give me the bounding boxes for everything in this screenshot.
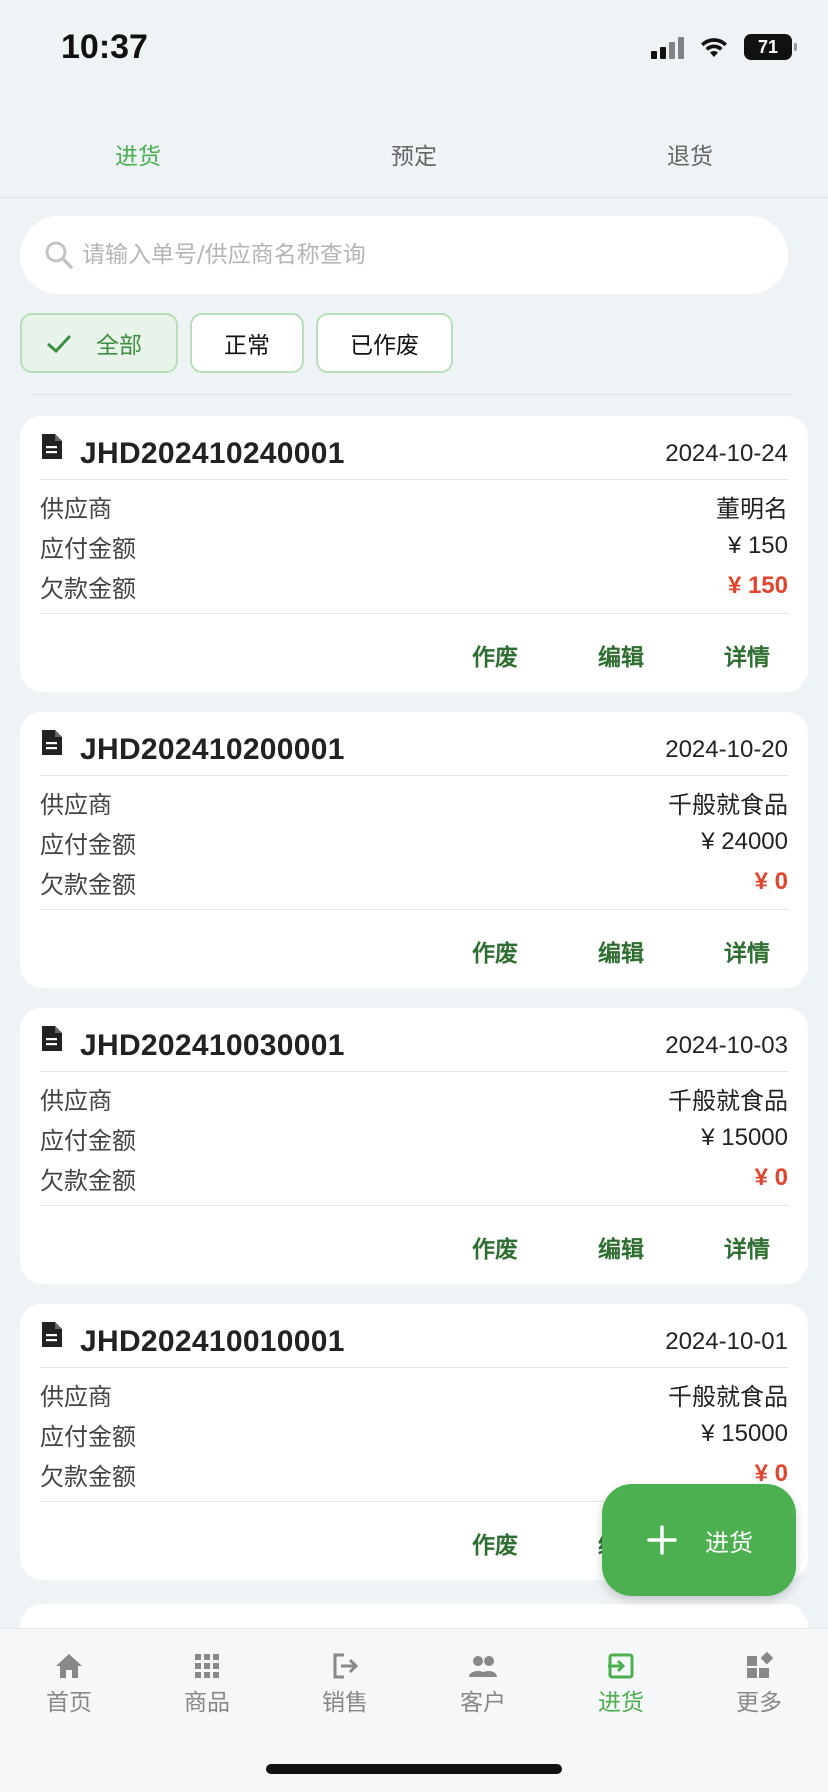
supplier-label: 供应商	[40, 1382, 112, 1411]
debt-label: 欠款金额	[40, 574, 136, 603]
order-date: 2024-10-24	[665, 439, 788, 467]
document-icon	[42, 1321, 62, 1347]
filter-voided-chip[interactable]: 已作废	[316, 313, 453, 373]
payable-label: 应付金额	[40, 1126, 136, 1155]
nav-home[interactable]: 首页	[0, 1629, 138, 1729]
supplier-value: 千般就食品	[668, 1383, 788, 1411]
supplier-value: 千般就食品	[668, 1087, 788, 1115]
payable-label: 应付金额	[40, 1422, 136, 1451]
edit-button[interactable]: 编辑	[598, 638, 644, 672]
tab-return[interactable]: 退货	[552, 110, 828, 197]
status-time: 10:37	[61, 28, 148, 66]
order-date: 2024-10-03	[665, 1031, 788, 1059]
wifi-icon	[701, 38, 727, 57]
detail-button[interactable]: 详情	[724, 934, 770, 968]
order-card[interactable]: JHD202410200001 2024-10-20 供应商 千般就食品 应付金额…	[20, 712, 808, 988]
nav-products[interactable]: 商品	[138, 1629, 276, 1729]
export-icon	[333, 1653, 359, 1679]
search-input[interactable]	[82, 242, 742, 268]
status-filter-group: 全部 正常 已作废	[20, 313, 453, 373]
people-icon	[469, 1656, 497, 1677]
order-number: JHD202410200001	[80, 732, 345, 766]
supplier-label: 供应商	[40, 494, 112, 523]
payable-label: 应付金额	[40, 830, 136, 859]
filter-all-chip[interactable]: 全部	[20, 313, 178, 373]
check-icon	[47, 334, 72, 354]
void-button[interactable]: 作废	[472, 1526, 518, 1560]
filter-normal-chip[interactable]: 正常	[190, 313, 304, 373]
nav-sales[interactable]: 销售	[276, 1629, 414, 1729]
document-icon	[42, 1025, 62, 1051]
supplier-value: 千般就食品	[668, 791, 788, 819]
payable-label: 应付金额	[40, 534, 136, 563]
divider	[30, 394, 792, 395]
detail-button[interactable]: 详情	[724, 1230, 770, 1264]
payable-value: ¥ 15000	[701, 1124, 788, 1151]
tab-purchase[interactable]: 进货	[0, 110, 276, 197]
void-button[interactable]: 作废	[472, 1230, 518, 1264]
nav-more-label: 更多	[736, 1690, 782, 1716]
nav-customers[interactable]: 客户	[414, 1629, 552, 1729]
search-bar[interactable]	[20, 216, 788, 294]
nav-sales-label: 销售	[322, 1690, 368, 1716]
filter-all-label: 全部	[96, 333, 142, 359]
nav-purchase-label: 进货	[598, 1690, 644, 1716]
detail-button[interactable]: 详情	[724, 638, 770, 672]
status-bar: 10:37 71	[0, 0, 828, 100]
nav-products-label: 商品	[184, 1690, 230, 1716]
payable-value: ¥ 24000	[701, 828, 788, 855]
nav-customers-label: 客户	[460, 1690, 506, 1716]
order-date: 2024-10-01	[665, 1327, 788, 1355]
debt-value: ¥ 150	[727, 572, 788, 599]
more-widgets-icon	[747, 1651, 774, 1678]
fab-label: 进货	[705, 1528, 753, 1557]
order-number: JHD202410240001	[80, 436, 345, 470]
nav-home-label: 首页	[46, 1690, 92, 1716]
document-icon	[42, 433, 62, 459]
order-card[interactable]: JHD202410030001 2024-10-03 供应商 千般就食品 应付金额…	[20, 1008, 808, 1284]
import-icon	[608, 1653, 634, 1679]
order-card[interactable]: JHD202410240001 2024-10-24 供应商 董明名 应付金额 ¥ …	[20, 416, 808, 692]
debt-label: 欠款金额	[40, 1166, 136, 1195]
order-number: JHD202410030001	[80, 1028, 345, 1062]
nav-purchase[interactable]: 进货	[552, 1629, 690, 1729]
supplier-value: 董明名	[716, 495, 788, 523]
cellular-signal-icon	[651, 35, 684, 59]
plus-icon	[647, 1525, 677, 1555]
supplier-label: 供应商	[40, 1086, 112, 1115]
battery-icon: 71	[744, 34, 797, 60]
home-icon	[56, 1654, 82, 1678]
debt-label: 欠款金额	[40, 870, 136, 899]
debt-label: 欠款金额	[40, 1462, 136, 1491]
edit-button[interactable]: 编辑	[598, 1230, 644, 1264]
add-purchase-fab[interactable]: 进货	[602, 1484, 796, 1596]
edit-button[interactable]: 编辑	[598, 934, 644, 968]
debt-value: ¥ 0	[754, 868, 788, 895]
order-date: 2024-10-20	[665, 735, 788, 763]
debt-value: ¥ 0	[754, 1164, 788, 1191]
payable-value: ¥ 15000	[701, 1420, 788, 1447]
void-button[interactable]: 作废	[472, 638, 518, 672]
home-indicator	[266, 1764, 562, 1774]
nav-more[interactable]: 更多	[690, 1629, 828, 1729]
search-icon	[45, 241, 73, 269]
supplier-label: 供应商	[40, 790, 112, 819]
order-number: JHD202410010001	[80, 1324, 345, 1358]
grid-icon	[195, 1654, 219, 1678]
document-icon	[42, 729, 62, 755]
tab-reservation[interactable]: 预定	[276, 110, 552, 197]
payable-value: ¥ 150	[727, 532, 788, 559]
top-tabs: 进货 预定 退货	[0, 110, 828, 198]
void-button[interactable]: 作废	[472, 934, 518, 968]
